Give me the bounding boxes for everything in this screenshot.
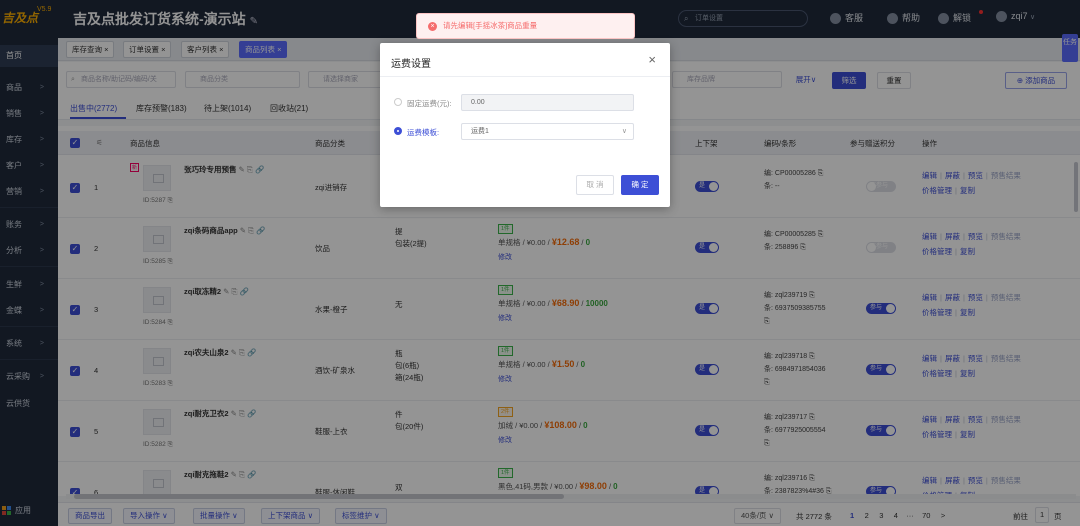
template-select[interactable]: 运费1 ∨ [461, 123, 634, 140]
fixed-fee-label: 固定运费(元): [407, 99, 452, 108]
fixed-fee-radio[interactable] [394, 98, 402, 106]
error-icon: × [428, 22, 437, 31]
toast-message: 请先编辑[手摇冰茶]商品重量 [443, 21, 538, 30]
close-icon[interactable]: × [648, 52, 656, 67]
divider [380, 76, 670, 77]
cancel-button[interactable]: 取 消 [576, 175, 614, 195]
error-toast: × 请先编辑[手摇冰茶]商品重量 [416, 13, 635, 39]
template-label: 运费模板: [407, 128, 440, 137]
dialog-title: 运费设置 [391, 59, 431, 70]
shipping-settings-dialog: 运费设置 × 固定运费(元): 0.00 运费模板: 运费1 ∨ 取 消 确 定 [380, 43, 670, 207]
chevron-down-icon: ∨ [621, 128, 627, 135]
template-radio[interactable] [394, 127, 402, 135]
fixed-fee-input[interactable]: 0.00 [461, 94, 634, 111]
confirm-button[interactable]: 确 定 [621, 175, 659, 195]
